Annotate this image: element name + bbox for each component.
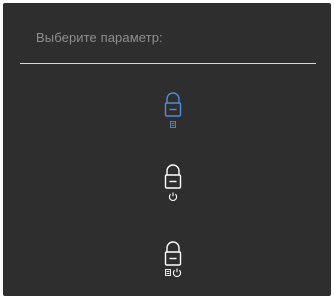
power-icon <box>168 192 178 201</box>
lock-options-panel: Выберите параметр: <box>3 3 331 296</box>
option-lock-menu-and-power-buttons[interactable] <box>147 240 199 288</box>
lock-icon <box>164 241 182 266</box>
lock-icon <box>164 92 182 117</box>
option-lock-menu-buttons[interactable] <box>147 91 199 139</box>
prompt-label: Выберите параметр: <box>36 30 163 45</box>
divider <box>20 63 316 64</box>
option-lock-power-button[interactable] <box>147 163 199 211</box>
menu-buttons-icon <box>170 121 176 128</box>
option-lock-menu-and-power-buttons-graphic <box>164 241 182 277</box>
option-lock-menu-buttons-graphic <box>164 92 182 128</box>
power-icon <box>172 268 182 277</box>
menu-buttons-icon <box>165 269 171 276</box>
option-lock-power-button-graphic <box>164 164 182 201</box>
lock-icon <box>164 164 182 189</box>
